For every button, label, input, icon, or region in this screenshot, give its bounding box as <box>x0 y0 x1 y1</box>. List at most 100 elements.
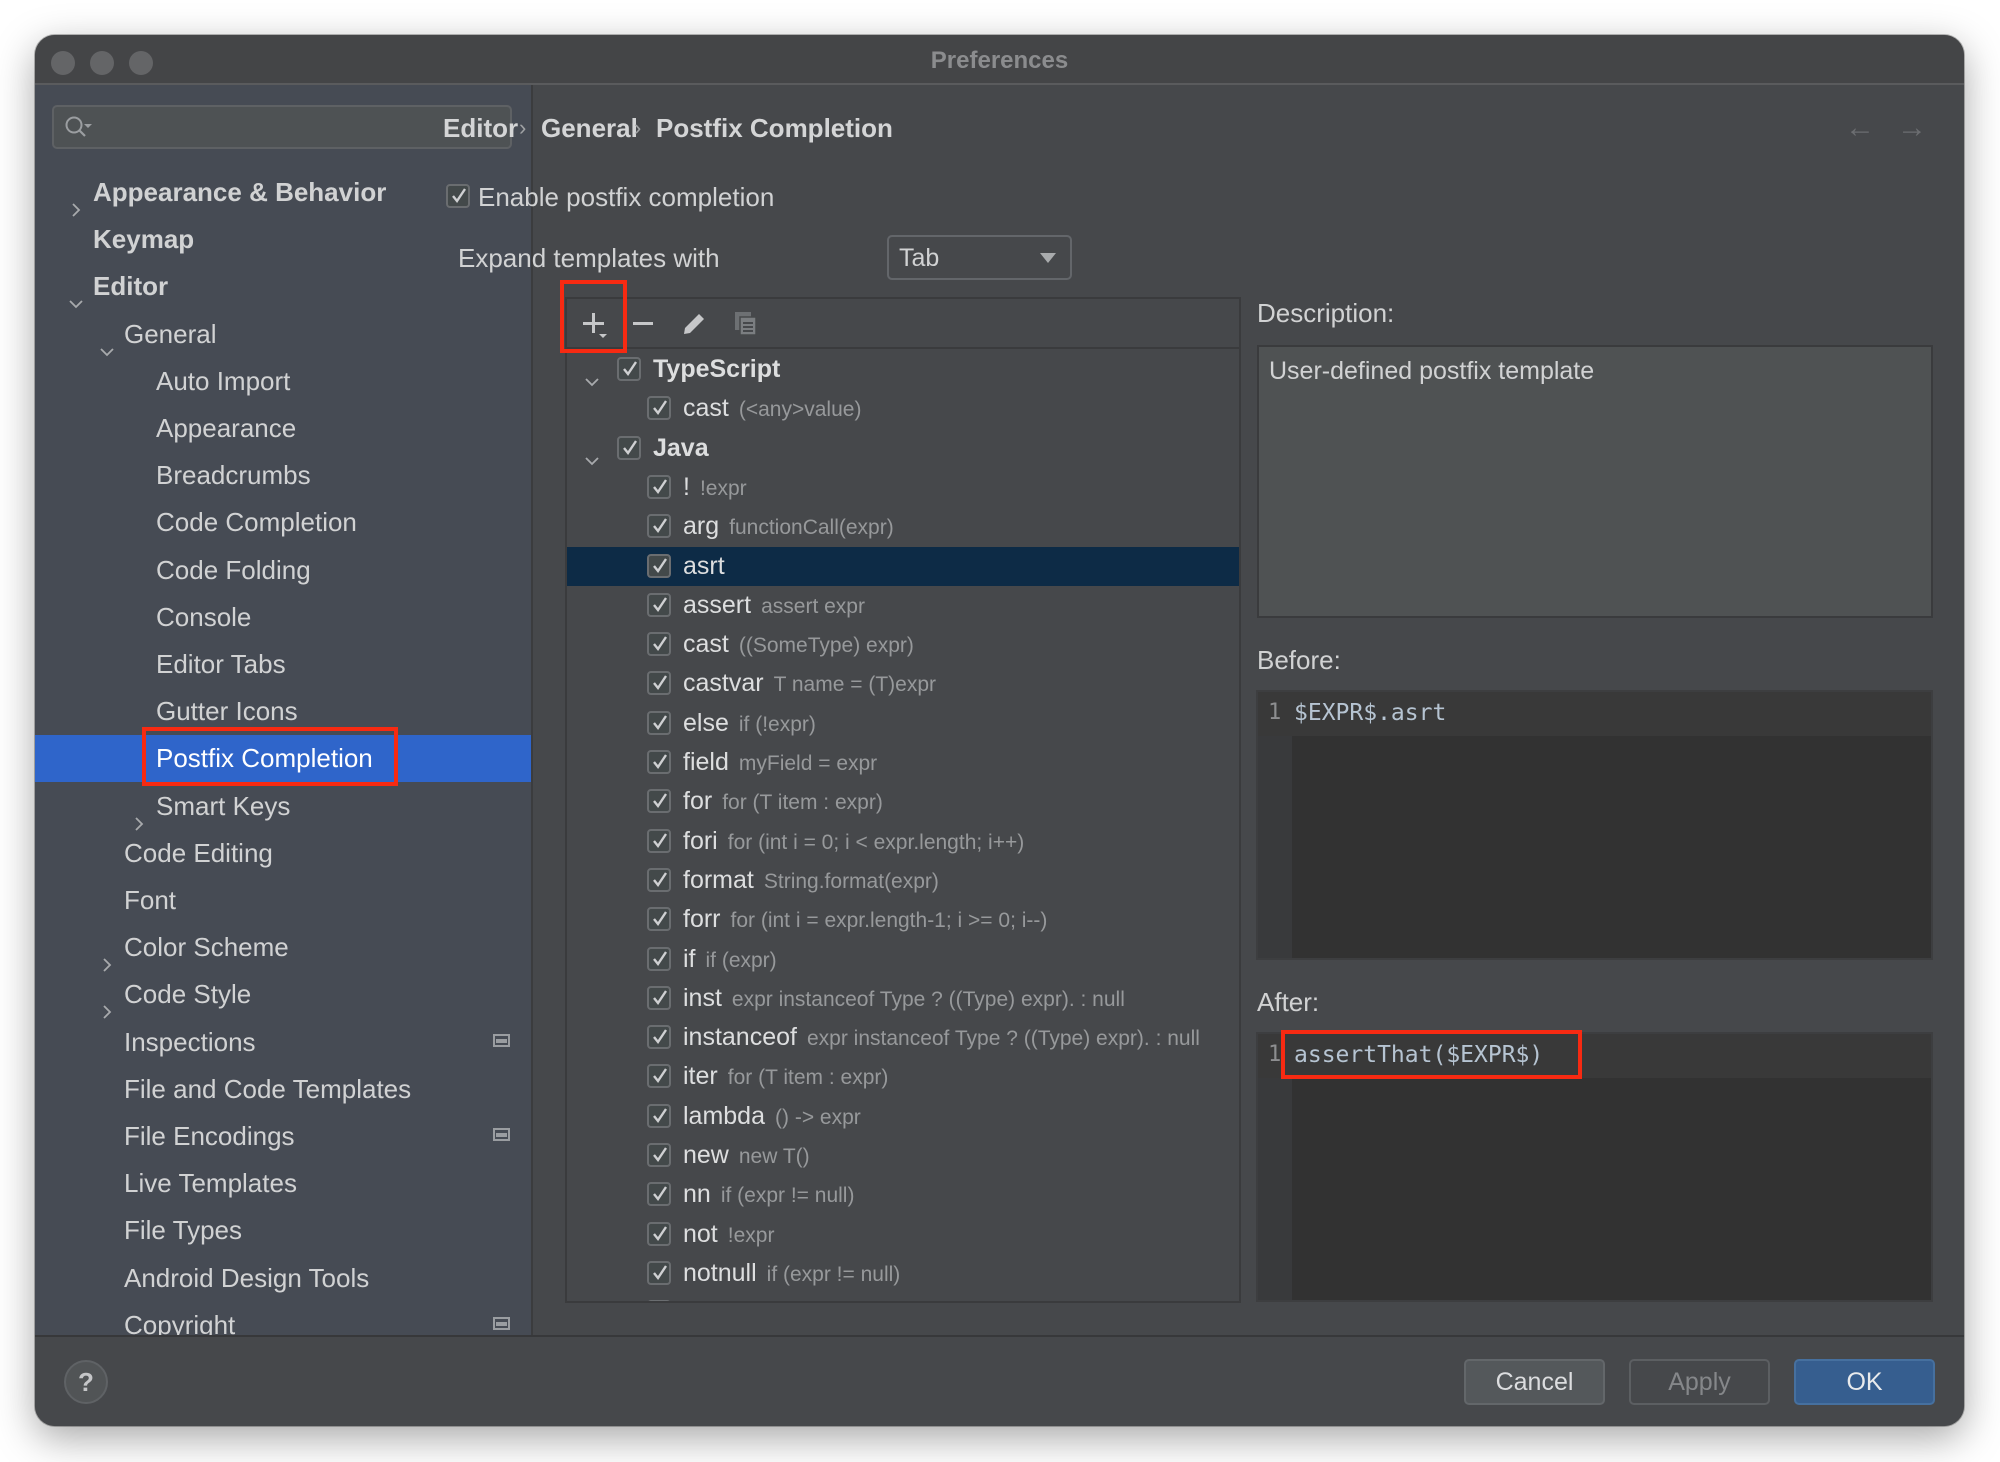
sidebar-item-console[interactable]: Console <box>35 594 531 641</box>
template-row[interactable]: forr for (int i = expr.length-1; i >= 0; … <box>567 900 1239 939</box>
template-row[interactable]: notnull if (expr != null) <box>567 1254 1239 1293</box>
chevron-right-icon[interactable] <box>100 1318 114 1350</box>
template-row[interactable]: inst expr instanceof Type ? ((Type) expr)… <box>567 979 1239 1018</box>
template-checkbox[interactable] <box>647 1221 671 1246</box>
template-checkbox[interactable] <box>647 750 671 774</box>
template-row[interactable]: castvar T name = (T)expr <box>567 664 1239 703</box>
template-row[interactable]: arg functionCall(expr) <box>567 507 1239 546</box>
chevron-right-icon[interactable] <box>132 799 146 831</box>
template-row[interactable] <box>567 1293 1239 1301</box>
chevron-down-icon[interactable] <box>585 362 599 387</box>
template-row[interactable]: nn if (expr != null) <box>567 1175 1239 1214</box>
chevron-down-icon[interactable] <box>585 441 599 465</box>
apply-button[interactable]: Apply <box>1629 1359 1770 1405</box>
sidebar-item-label: Auto Import <box>156 365 291 396</box>
template-checkbox[interactable] <box>647 1143 671 1167</box>
cancel-button[interactable]: Cancel <box>1464 1359 1605 1405</box>
sidebar-item-file-encodings[interactable]: File Encodings <box>35 1113 531 1160</box>
template-checkbox[interactable] <box>647 828 671 853</box>
template-checkbox[interactable] <box>647 474 671 499</box>
template-row[interactable]: if if (expr) <box>567 940 1239 979</box>
template-row[interactable]: else if (!expr) <box>567 704 1239 743</box>
template-checkbox[interactable] <box>647 789 671 814</box>
breadcrumb-editor[interactable]: Editor <box>443 113 518 144</box>
help-button[interactable]: ? <box>64 1360 108 1404</box>
template-checkbox[interactable] <box>647 946 671 971</box>
template-checkbox[interactable] <box>647 396 671 421</box>
sidebar-item-file-types[interactable]: File Types <box>35 1207 531 1254</box>
template-row[interactable]: not !expr <box>567 1215 1239 1254</box>
sidebar-item-keymap[interactable]: Keymap <box>35 216 531 263</box>
sidebar-item-android-design-tools[interactable]: Android Design Tools <box>35 1255 531 1302</box>
template-row[interactable]: lambda () -> expr <box>567 1097 1239 1136</box>
sidebar-item-gutter-icons[interactable]: Gutter Icons <box>35 688 531 735</box>
chevron-right-icon[interactable] <box>100 940 114 972</box>
template-group-row[interactable]: TypeScript <box>567 350 1239 389</box>
back-arrow-icon[interactable]: ← <box>1845 111 1875 145</box>
template-checkbox[interactable] <box>647 1103 671 1128</box>
template-checkbox[interactable] <box>647 632 671 657</box>
breadcrumb-general[interactable]: General <box>541 113 638 144</box>
template-checkbox[interactable] <box>647 710 671 735</box>
template-checkbox[interactable] <box>617 435 641 460</box>
template-row[interactable]: iter for (T item : expr) <box>567 1057 1239 1096</box>
template-checkbox[interactable] <box>647 671 671 696</box>
template-group-row[interactable]: Java <box>567 429 1239 468</box>
sidebar-item-editor-tabs[interactable]: Editor Tabs <box>35 641 531 688</box>
template-checkbox[interactable] <box>647 592 671 617</box>
template-checkbox[interactable] <box>647 1064 671 1089</box>
add-template-button[interactable] <box>577 307 611 341</box>
template-checkbox[interactable] <box>617 357 641 381</box>
template-row[interactable]: asrt <box>567 546 1239 586</box>
sidebar-item-code-completion[interactable]: Code Completion <box>35 499 531 546</box>
sidebar-item-editor[interactable]: Editor <box>35 263 531 310</box>
sidebar-item-color-scheme[interactable]: Color Scheme <box>35 924 531 972</box>
remove-template-button[interactable] <box>627 307 661 341</box>
after-label: After: <box>1257 987 1320 1017</box>
chevron-right-icon[interactable] <box>100 987 114 1020</box>
sidebar-item-smart-keys[interactable]: Smart Keys <box>35 783 531 831</box>
template-row[interactable]: cast ((SomeType) expr) <box>567 625 1239 664</box>
template-row[interactable]: instanceof expr instanceof Type ? ((Type)… <box>567 1018 1239 1057</box>
template-checkbox[interactable] <box>647 985 671 1010</box>
template-row[interactable]: for for (T item : expr) <box>567 782 1239 821</box>
template-checkbox[interactable] <box>647 867 671 892</box>
template-checkbox[interactable] <box>647 1300 671 1301</box>
template-row[interactable]: ! !expr <box>567 468 1239 507</box>
template-checkbox[interactable] <box>647 907 671 932</box>
sidebar-item-general[interactable]: General <box>35 311 531 358</box>
template-row[interactable]: cast (<any>value) <box>567 389 1239 428</box>
sidebar-item-postfix-completion[interactable]: Postfix Completion <box>35 735 531 783</box>
sidebar-item-live-templates[interactable]: Live Templates <box>35 1160 531 1207</box>
template-checkbox[interactable] <box>647 1025 671 1050</box>
sidebar-item-file-and-code-templates[interactable]: File and Code Templates <box>35 1066 531 1113</box>
template-checkbox[interactable] <box>647 514 671 539</box>
ok-button[interactable]: OK <box>1794 1359 1935 1405</box>
template-row[interactable]: format String.format(expr) <box>567 861 1239 900</box>
enable-postfix-checkbox[interactable] <box>446 184 470 208</box>
template-checkbox[interactable] <box>647 1260 671 1285</box>
expand-key-dropdown[interactable]: Tab <box>887 235 1072 280</box>
sidebar-item-inspections[interactable]: Inspections <box>35 1019 531 1066</box>
template-checkbox[interactable] <box>647 553 671 578</box>
sidebar-item-auto-import[interactable]: Auto Import <box>35 358 531 405</box>
sidebar-item-font[interactable]: Font <box>35 877 531 924</box>
sidebar-item-breadcrumbs[interactable]: Breadcrumbs <box>35 452 531 499</box>
chevron-right-icon[interactable] <box>69 185 83 217</box>
edit-template-button[interactable] <box>677 307 711 341</box>
sidebar-item-appearance[interactable]: Appearance <box>35 405 531 452</box>
template-row[interactable]: field myField = expr <box>567 743 1239 782</box>
chevron-down-icon[interactable] <box>100 327 114 356</box>
sidebar-item-code-folding[interactable]: Code Folding <box>35 547 531 594</box>
template-row[interactable]: fori for (int i = 0; i < expr.length; i++… <box>567 822 1239 861</box>
template-row[interactable]: new new T() <box>567 1136 1239 1175</box>
sidebar-item-code-editing[interactable]: Code Editing <box>35 830 531 877</box>
after-code-editor[interactable]: 1 assertThat($EXPR$) <box>1256 1032 1933 1302</box>
copy-template-button[interactable] <box>729 307 763 341</box>
template-row[interactable]: assert assert expr <box>567 586 1239 625</box>
sidebar-item-code-style[interactable]: Code Style <box>35 971 531 1020</box>
template-checkbox[interactable] <box>647 1182 671 1207</box>
forward-arrow-icon[interactable]: → <box>1897 111 1927 145</box>
chevron-down-icon[interactable] <box>69 279 83 309</box>
before-code-editor[interactable]: 1 $EXPR$.asrt <box>1256 690 1933 960</box>
